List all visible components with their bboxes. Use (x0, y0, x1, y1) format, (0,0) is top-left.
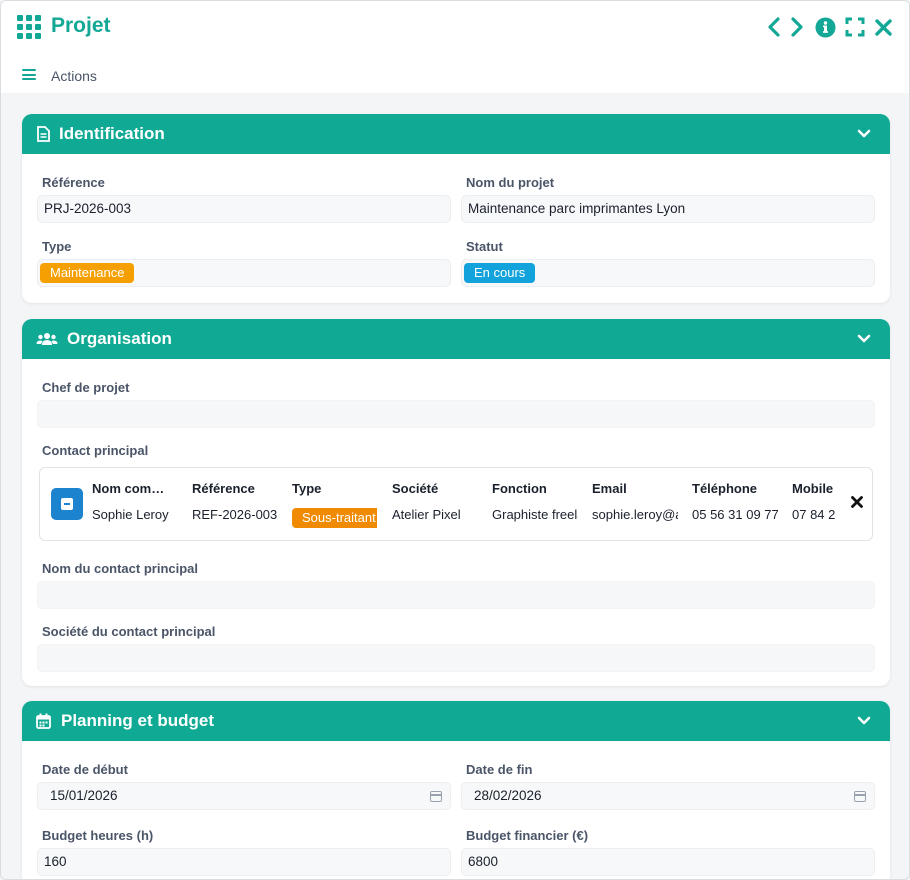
budget-financial-label: Budget financier (€) (466, 828, 589, 843)
close-icon (874, 18, 892, 36)
project-manager-label: Chef de projet (42, 380, 130, 395)
contact-col-telephone: Téléphone 05 56 31 09 77 (692, 468, 778, 540)
planning-section: Planning et budget Date de début 15/01/2… (22, 701, 890, 879)
type-badge: Maintenance (40, 263, 135, 283)
chevron-down-icon (857, 129, 871, 138)
info-button[interactable] (814, 15, 836, 39)
contact-col-telephone-header: Téléphone (692, 481, 758, 496)
identification-title: Identification (59, 124, 165, 143)
budget-financial-field[interactable]: 6800 (461, 848, 875, 876)
organisation-title: Organisation (67, 329, 172, 348)
grid-icon (17, 15, 41, 39)
budget-hours-label: Budget heures (h) (42, 828, 154, 843)
contact-col-fonction: Fonction Graphiste freelance (492, 468, 578, 540)
chevron-right-icon (791, 17, 803, 37)
contact-col-societe-header: Société (392, 481, 439, 496)
planning-title: Planning et budget (61, 711, 214, 730)
previous-button[interactable] (763, 15, 785, 39)
contact-email-value: sophie.leroy@atelierpixel.fr (592, 507, 678, 522)
contact-col-nom-header: Nom com… (92, 481, 165, 496)
contact-col-reference: Référence REF-2026-003 (192, 468, 277, 540)
status-label: Statut (466, 239, 503, 254)
contact-col-mobile: Mobile 07 84 2 (792, 468, 838, 540)
reference-label: Référence (42, 175, 105, 190)
info-icon (815, 17, 835, 37)
contact-nom-value: Sophie Leroy (92, 507, 169, 522)
window-title: Projet (51, 14, 111, 37)
action-bar: Actions (1, 53, 909, 93)
contact-card-icon (51, 488, 83, 520)
status-field[interactable]: En cours (461, 259, 875, 287)
organisation-header[interactable]: Organisation (22, 319, 890, 359)
end-date-field[interactable]: 28/02/2026 (461, 782, 875, 810)
start-date-field[interactable]: 15/01/2026 (37, 782, 451, 810)
chevron-down-icon (857, 334, 871, 343)
main-contact-company-field[interactable] (37, 644, 875, 672)
project-manager-field[interactable] (37, 400, 875, 428)
main-contact-label: Contact principal (42, 443, 149, 458)
contact-societe-value: Atelier Pixel (392, 507, 461, 522)
expand-icon (845, 17, 865, 37)
identification-header[interactable]: Identification (22, 114, 890, 154)
contact-col-email: Email sophie.leroy@atelierpixel.fr (592, 468, 678, 540)
calendar-icon (36, 713, 51, 729)
calendar-picker-icon[interactable] (430, 791, 442, 802)
contact-col-mobile-header: Mobile (792, 481, 834, 496)
contact-col-type: Type Sous-traitant (292, 468, 377, 540)
budget-hours-field[interactable]: 160 (37, 848, 451, 876)
type-field[interactable]: Maintenance (37, 259, 451, 287)
main-contact-name-field[interactable] (37, 581, 875, 609)
users-icon (36, 333, 58, 345)
hamburger-menu-icon[interactable] (22, 69, 36, 80)
identification-section: Identification Référence PRJ-2026-003 No… (22, 114, 890, 303)
planning-header[interactable]: Planning et budget (22, 701, 890, 741)
project-window: Projet Actions Identification Référence … (0, 0, 910, 880)
remove-contact-icon[interactable] (850, 495, 864, 509)
project-name-field[interactable]: Maintenance parc imprimantes Lyon (461, 195, 875, 223)
main-contact-card[interactable]: Nom com… Sophie Leroy Référence REF-2026… (39, 467, 873, 541)
contact-col-type-header: Type (292, 481, 322, 496)
document-icon (37, 126, 50, 142)
contact-col-email-header: Email (592, 481, 627, 496)
main-contact-name-label: Nom du contact principal (42, 561, 199, 576)
end-date-value: 28/02/2026 (474, 788, 542, 803)
end-date-label: Date de fin (466, 762, 533, 777)
contact-telephone-value: 05 56 31 09 77 (692, 507, 778, 522)
status-badge: En cours (464, 263, 536, 283)
fullscreen-button[interactable] (844, 15, 866, 39)
title-bar: Projet (1, 1, 909, 53)
contact-col-reference-header: Référence (192, 481, 255, 496)
start-date-value: 15/01/2026 (50, 788, 118, 803)
next-button[interactable] (786, 15, 808, 39)
contact-type-badge: Sous-traitant (292, 508, 377, 528)
close-button[interactable] (872, 15, 894, 39)
contact-col-fonction-header: Fonction (492, 481, 547, 496)
contact-col-societe: Société Atelier Pixel (392, 468, 477, 540)
chevron-left-icon (768, 17, 780, 37)
start-date-label: Date de début (42, 762, 128, 777)
actions-menu[interactable]: Actions (51, 68, 97, 84)
contact-mobile-value: 07 84 2 (792, 507, 836, 522)
calendar-picker-icon[interactable] (854, 791, 866, 802)
type-label: Type (42, 239, 72, 254)
contact-reference-value: REF-2026-003 (192, 507, 277, 522)
chevron-down-icon (857, 716, 871, 725)
contact-fonction-value: Graphiste freelance (492, 507, 578, 522)
project-name-label: Nom du projet (466, 175, 555, 190)
contact-col-nom: Nom com… Sophie Leroy (92, 468, 176, 540)
main-contact-company-label: Société du contact principal (42, 624, 216, 639)
organisation-section: Organisation Chef de projet Contact prin… (22, 319, 890, 686)
reference-field[interactable]: PRJ-2026-003 (37, 195, 451, 223)
